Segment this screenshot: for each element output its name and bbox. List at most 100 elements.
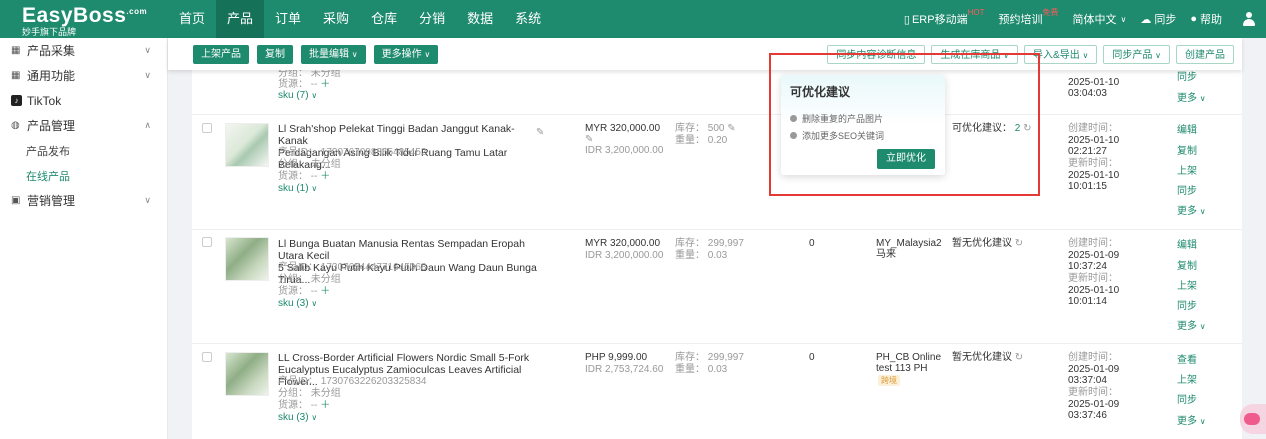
nav-item-warehouse[interactable]: 仓库	[360, 0, 408, 38]
suggestion-label: 可优化建议：	[952, 123, 1012, 134]
chat-assistant-icon[interactable]	[1240, 404, 1266, 434]
title-line-1: Ll Bunga Buatan Manusia Rentas Sempadan …	[278, 238, 525, 262]
chevron-up-icon: ∧	[144, 120, 151, 130]
sku-toggle[interactable]: sku (7) ∨	[278, 90, 317, 102]
sync-link[interactable]: ☁ 同步	[1140, 11, 1176, 27]
nav-item-products[interactable]: 产品	[216, 0, 265, 38]
edit-stock-icon[interactable]: ✎	[727, 123, 735, 134]
create-product-button[interactable]: 创建产品	[1176, 45, 1234, 64]
sidebar-subitem-online-products[interactable]: 在线产品	[0, 163, 167, 188]
product-thumbnail[interactable]	[225, 237, 269, 281]
sync-label: 同步	[1154, 14, 1177, 26]
sidebar-item-collect[interactable]: ▦ 产品采集 ∨	[0, 38, 167, 63]
import-export-button[interactable]: 导入&导出 ∨	[1024, 45, 1098, 64]
add-source-icon[interactable]: ＋	[320, 79, 330, 90]
more-action[interactable]: 更多 ∨	[1177, 93, 1206, 105]
toolbar: 上架产品 复制 批量编辑 ∨ 更多操作 ∨ 同步内容诊断信息 生成在库商品 ∨ …	[168, 38, 1242, 70]
sidebar-item-marketing[interactable]: ▣ 营销管理 ∨	[0, 188, 167, 213]
product-price: MYR 320,000.00	[585, 238, 661, 249]
check-icon	[790, 115, 797, 122]
refresh-icon[interactable]: ↻	[1023, 123, 1031, 134]
sku-label: sku (1)	[278, 183, 309, 194]
product-thumbnail[interactable]	[225, 352, 269, 396]
product-thumbnail[interactable]	[225, 123, 269, 167]
top-navbar: EasyBoss.com 妙手旗下品牌 首页 产品 订单 采购 仓库 分销 数据…	[0, 0, 1266, 38]
grid-icon: ▦	[11, 70, 21, 81]
source-value: 货源： --	[278, 400, 318, 411]
sku-toggle[interactable]: sku (3) ∨	[278, 412, 317, 424]
more-action[interactable]: 更多 ∨	[1177, 321, 1206, 333]
sidebar-item-common[interactable]: ▦ 通用功能 ∨	[0, 63, 167, 88]
more-label: 更多	[1177, 321, 1197, 332]
language-select[interactable]: 简体中文 ∨	[1072, 11, 1126, 27]
sidebar-subitem-publish[interactable]: 产品发布	[0, 138, 167, 163]
cross-border-label: 跨境	[878, 375, 900, 386]
optimize-suggestion[interactable]: 暂无优化建议 ↻	[952, 352, 1023, 364]
sidebar-item-tiktok[interactable]: ♪ TikTok	[0, 88, 167, 113]
more-action[interactable]: 更多 ∨	[1177, 206, 1206, 218]
refresh-icon[interactable]: ↻	[1015, 238, 1023, 249]
product-table: 分组： 未分组 货源： -- ＋ sku (7) ∨ 2025-01-10 03…	[192, 38, 1242, 439]
popup-item: 添加更多SEO关键词	[790, 129, 936, 142]
optimize-now-button[interactable]: 立即优化	[877, 149, 935, 169]
mobile-icon: ▯	[903, 13, 910, 26]
popup-item-label: 添加更多SEO关键词	[802, 131, 885, 141]
more-actions-button[interactable]: 更多操作 ∨	[373, 44, 439, 64]
row-checkbox[interactable]	[202, 352, 212, 362]
more-action[interactable]: 更多 ∨	[1177, 416, 1206, 428]
sync-action[interactable]: 同步	[1177, 72, 1197, 84]
product-weight: 重量： 0.20	[675, 135, 728, 146]
sidebar-item-product-management[interactable]: ◍ 产品管理 ∧	[0, 113, 167, 138]
add-source-icon[interactable]: ＋	[320, 171, 330, 182]
sync-action[interactable]: 同步	[1177, 301, 1197, 313]
sync-action[interactable]: 同步	[1177, 186, 1197, 198]
edit-action[interactable]: 编辑	[1177, 125, 1197, 137]
sync-action[interactable]: 同步	[1177, 395, 1197, 407]
more-label: 更多	[1177, 93, 1197, 104]
nav-item-purchase[interactable]: 采购	[312, 0, 360, 38]
view-action[interactable]: 查看	[1177, 355, 1197, 367]
list-action[interactable]: 上架	[1177, 281, 1197, 293]
training-link[interactable]: 预约培训 免费	[998, 8, 1058, 27]
more-actions-label: 更多操作	[381, 48, 422, 60]
help-link[interactable]: ● 帮助	[1190, 11, 1222, 27]
erp-mobile-link[interactable]: ▯ ERP移动端 HOT	[903, 8, 985, 27]
nav-item-orders[interactable]: 订单	[264, 0, 312, 38]
nav-item-system[interactable]: 系统	[504, 0, 552, 38]
table-row: Ll Srah'shop Pelekat Tinggi Badan Janggu…	[192, 115, 1242, 230]
product-price: MYR 320,000.00	[585, 123, 661, 134]
sync-diagnosis-button[interactable]: 同步内容诊断信息	[827, 45, 926, 64]
nav-item-home[interactable]: 首页	[168, 0, 216, 38]
edit-title-icon[interactable]: ✎	[536, 127, 544, 139]
nav-item-distribution[interactable]: 分销	[408, 0, 456, 38]
sync-products-label: 同步产品	[1112, 50, 1153, 61]
batch-edit-button[interactable]: 批量编辑 ∨	[301, 44, 366, 64]
copy-action[interactable]: 复制	[1177, 261, 1197, 273]
optimize-suggestion[interactable]: 可优化建议： 2 ↻	[952, 123, 1032, 135]
row-checkbox[interactable]	[202, 237, 212, 247]
edit-action[interactable]: 编辑	[1177, 240, 1197, 252]
list-action[interactable]: 上架	[1177, 375, 1197, 387]
logo[interactable]: EasyBoss.com 妙手旗下品牌	[0, 2, 168, 37]
popup-item: 删除重复的产品图片	[790, 112, 936, 125]
copy-button[interactable]: 复制	[257, 44, 293, 64]
copy-action[interactable]: 复制	[1177, 146, 1197, 158]
user-menu[interactable]	[1236, 12, 1256, 26]
sku-toggle[interactable]: sku (3) ∨	[278, 298, 317, 310]
list-action[interactable]: 上架	[1177, 166, 1197, 178]
row-checkbox[interactable]	[202, 123, 212, 133]
sku-toggle[interactable]: sku (1) ∨	[278, 183, 317, 195]
title-line-1: LL Cross-Border Artificial Flowers Nordi…	[278, 352, 530, 364]
sidebar-item-label: 产品管理	[27, 119, 76, 133]
product-source: 货源： -- ＋	[278, 286, 330, 298]
list-button[interactable]: 上架产品	[193, 44, 249, 64]
product-source: 货源： -- ＋	[278, 400, 330, 412]
sync-products-button[interactable]: 同步产品 ∨	[1103, 45, 1170, 64]
add-source-icon[interactable]: ＋	[320, 286, 330, 297]
nav-item-data[interactable]: 数据	[456, 0, 504, 38]
optimize-suggestion[interactable]: 暂无优化建议 ↻	[952, 238, 1023, 250]
chevron-down-icon: ∨	[1199, 94, 1206, 103]
refresh-icon[interactable]: ↻	[1015, 352, 1023, 363]
add-source-icon[interactable]: ＋	[320, 400, 330, 411]
generate-stock-button[interactable]: 生成在库商品 ∨	[931, 45, 1019, 64]
